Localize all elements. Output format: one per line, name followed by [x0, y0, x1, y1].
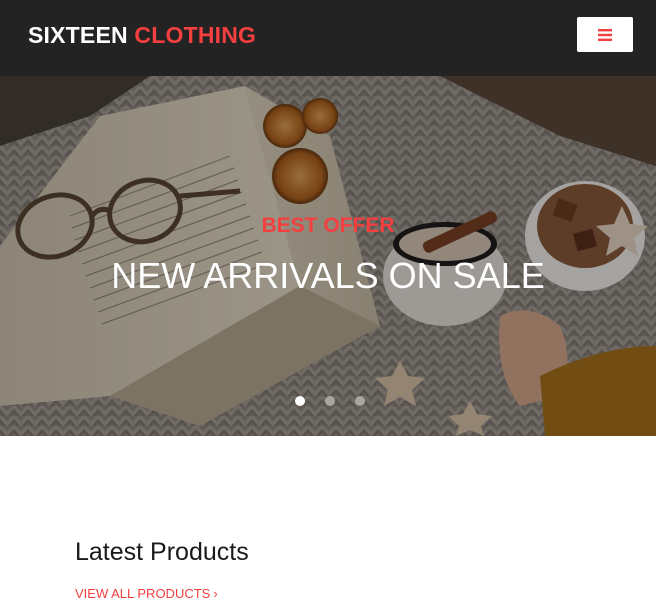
- hamburger-icon: [598, 28, 612, 41]
- site-header: SIXTEEN CLOTHING: [0, 0, 656, 76]
- carousel-dot-2[interactable]: [325, 396, 335, 406]
- hero-banner: BEST OFFER NEW ARRIVALS ON SALE: [0, 76, 656, 436]
- view-all-label: VIEW ALL PRODUCTS: [75, 586, 211, 601]
- section-title: Latest Products: [75, 538, 249, 566]
- carousel-dot-3[interactable]: [355, 396, 365, 406]
- carousel-dots: [0, 396, 656, 406]
- brand-primary: SIXTEEN: [28, 22, 128, 48]
- chevron-right-icon: ›: [213, 586, 218, 601]
- brand-logo[interactable]: SIXTEEN CLOTHING: [28, 21, 256, 49]
- hero-title: NEW ARRIVALS ON SALE: [111, 255, 545, 296]
- menu-toggle-button[interactable]: [577, 17, 633, 52]
- hero-kicker: BEST OFFER: [261, 214, 395, 237]
- view-all-products-link[interactable]: VIEW ALL PRODUCTS ›: [75, 585, 218, 603]
- brand-accent: CLOTHING: [134, 22, 257, 48]
- carousel-dot-1[interactable]: [295, 396, 305, 406]
